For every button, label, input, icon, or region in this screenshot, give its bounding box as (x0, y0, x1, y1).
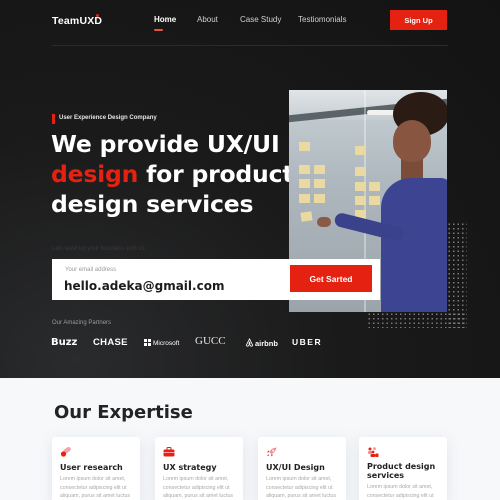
sticky-note (369, 182, 380, 191)
pill-icon (60, 447, 71, 457)
logo[interactable]: TeamUXD (52, 15, 102, 27)
hero-tagline: Lets level up your business with us (52, 246, 145, 252)
email-field[interactable] (64, 277, 284, 295)
logo-dot-icon (96, 14, 99, 17)
sticky-note (355, 196, 366, 205)
sticky-note (314, 194, 325, 203)
headline-accent: design (51, 160, 139, 188)
sticky-note (299, 165, 310, 174)
expertise-card[interactable]: User research Lorem ipsum dolor sit amet… (52, 437, 140, 500)
sticky-note (314, 165, 325, 174)
expertise-card[interactable]: UX strategy Lorem ipsum dolor sit amet, … (155, 437, 243, 500)
eyebrow-text: User Experience Design Company (59, 115, 157, 121)
headline-part1: We provide UX/UI (51, 130, 280, 158)
get-started-button[interactable]: Get Sarted (290, 265, 372, 292)
card-title: UX/UI Design (266, 463, 325, 472)
expertise-title: Our Expertise (54, 402, 193, 423)
nav-home[interactable]: Home (154, 15, 176, 24)
card-title: UX strategy (163, 463, 217, 472)
partners-label: Our Amazing Partners (52, 320, 112, 326)
photo-hand (317, 217, 331, 227)
sticky-note (299, 142, 310, 151)
top-nav: TeamUXD Home About Case Study Testiomoni… (52, 0, 448, 46)
sticky-note (299, 179, 310, 188)
partner-logo-buzz: Buzz (51, 337, 78, 348)
partner-logo-microsoft: Microsoft (144, 339, 179, 347)
partner-logo-uber: UBER (292, 337, 323, 347)
dot-grid-decoration (367, 312, 467, 328)
airbnb-text: airbnb (255, 339, 278, 348)
sticky-note (355, 146, 366, 155)
photo-head (393, 120, 431, 162)
active-nav-indicator (154, 29, 163, 31)
email-field-label: Your email address (65, 267, 117, 273)
sticky-note (355, 182, 366, 191)
expertise-card[interactable]: UX/UI Design Lorem ipsum dolor sit amet,… (258, 437, 346, 500)
hero-section: TeamUXD Home About Case Study Testiomoni… (0, 0, 500, 378)
sticky-note (314, 179, 325, 188)
microsoft-text: Microsoft (153, 340, 180, 347)
sticky-note (299, 194, 310, 203)
partner-logo-gucc: GUCC (195, 335, 226, 347)
card-text: Lorem ipsum dolor sit amet, consectetur … (60, 476, 131, 499)
sticky-note (355, 167, 366, 176)
email-signup-form: Your email address Get Sarted (52, 259, 380, 300)
hero-headline: We provide UX/UI design for product desi… (51, 129, 296, 219)
card-title: User research (60, 463, 123, 472)
expertise-card[interactable]: Product design services Lorem ipsum dolo… (359, 437, 447, 500)
briefcase-icon (163, 447, 175, 457)
sticky-note (300, 211, 313, 222)
nav-case-study[interactable]: Case Study (240, 15, 281, 24)
card-text: Lorem ipsum dolor sit amet, consectetur … (367, 484, 434, 499)
nav-about[interactable]: About (197, 15, 218, 24)
team-icon (368, 447, 379, 457)
card-title: Product design services (367, 462, 436, 480)
card-text: Lorem ipsum dolor sit amet, consectetur … (266, 476, 337, 499)
photo-body (381, 178, 447, 312)
sign-up-button[interactable]: Sign Up (390, 10, 447, 30)
airbnb-icon (245, 337, 254, 347)
rocket-icon (267, 447, 277, 457)
partner-logo-airbnb: airbnb (245, 337, 278, 348)
sticky-note (369, 196, 380, 205)
microsoft-icon (144, 339, 151, 346)
partner-logo-chase: CHASE (93, 337, 128, 348)
eyebrow-accent-bar (52, 114, 55, 124)
card-text: Lorem ipsum dolor sit amet, consectetur … (163, 476, 234, 499)
nav-testimonials[interactable]: Testiomonials (298, 15, 346, 24)
